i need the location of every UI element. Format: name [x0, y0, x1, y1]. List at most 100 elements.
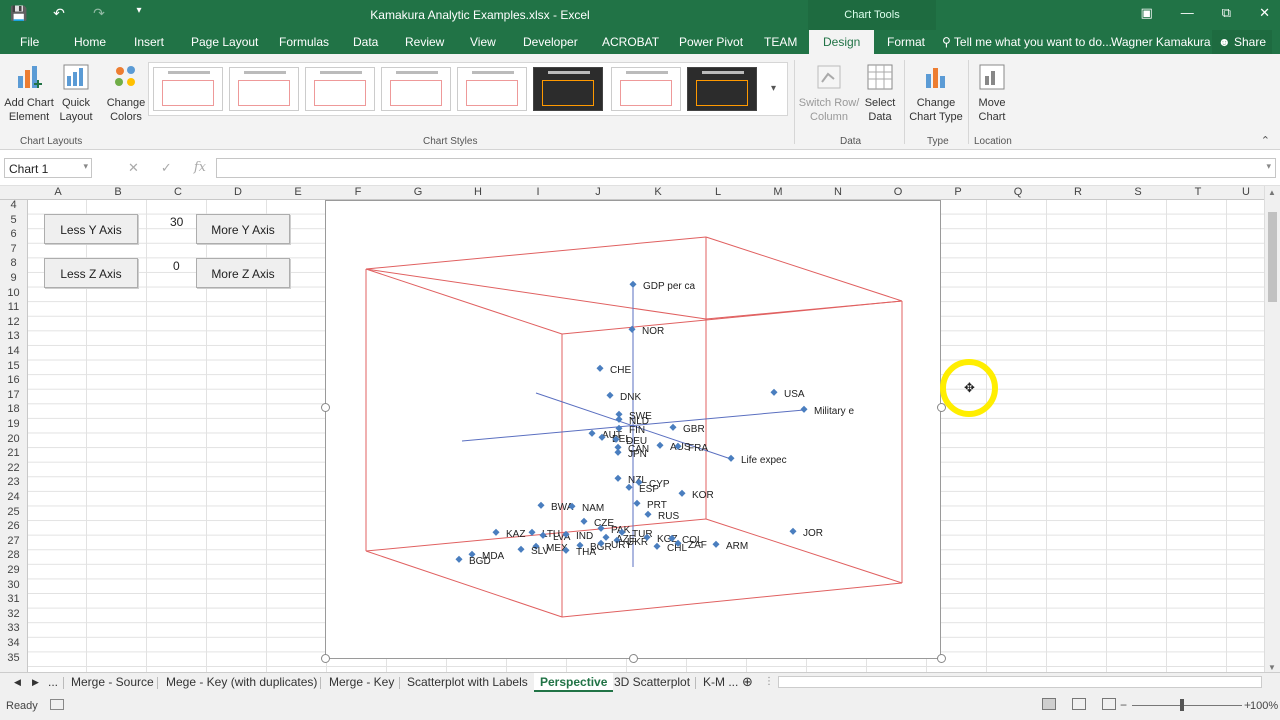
- chart-resize-handle-left[interactable]: [321, 403, 330, 412]
- perspective-chart[interactable]: GDP per ca Military e Life expec NOR CHE DNK U…: [325, 200, 941, 659]
- point-arm-marker[interactable]: [712, 540, 720, 548]
- sheet-tab-mege-key-duplicates[interactable]: Mege - Key (with duplicates): [166, 675, 317, 689]
- row-header-26[interactable]: 26: [0, 520, 27, 532]
- tab-format[interactable]: Format: [887, 35, 925, 49]
- chart-style-3[interactable]: [305, 67, 375, 111]
- row-header-32[interactable]: 32: [0, 608, 27, 620]
- sheet-tab-k-m[interactable]: K-M ...: [703, 675, 738, 689]
- switch-row-column-button[interactable]: Switch Row/ Column: [798, 62, 860, 124]
- row-header-30[interactable]: 30: [0, 579, 27, 591]
- tab-split-icon[interactable]: ⋮: [764, 676, 774, 687]
- chart-style-2[interactable]: [229, 67, 299, 111]
- point-bgd-marker[interactable]: [455, 555, 463, 563]
- point-aut-marker[interactable]: [588, 429, 596, 437]
- row-header-29[interactable]: 29: [0, 564, 27, 576]
- point-rus-marker[interactable]: [644, 510, 652, 518]
- zoom-level[interactable]: 100%: [1250, 700, 1278, 712]
- quick-layout-button[interactable]: Quick Layout: [58, 62, 94, 124]
- tab-file[interactable]: File: [20, 35, 39, 49]
- point-nzl-marker[interactable]: [614, 474, 622, 482]
- name-box-dropdown-icon[interactable]: ▾: [83, 161, 88, 172]
- row-header-34[interactable]: 34: [0, 637, 27, 649]
- vertical-scrollbar[interactable]: ▲ ▼: [1264, 186, 1280, 674]
- new-sheet-icon[interactable]: ⊕: [742, 674, 753, 690]
- row-header-27[interactable]: 27: [0, 535, 27, 547]
- tab-view[interactable]: View: [470, 35, 496, 49]
- tab-page-layout[interactable]: Page Layout: [191, 35, 258, 49]
- tab-data[interactable]: Data: [353, 35, 378, 49]
- chart-resize-handle-bottom-left[interactable]: [321, 654, 330, 663]
- row-header-22[interactable]: 22: [0, 462, 27, 474]
- tab-home[interactable]: Home: [74, 35, 106, 49]
- tab-acrobat[interactable]: ACROBAT: [602, 35, 659, 49]
- column-header-r[interactable]: R: [1048, 186, 1108, 198]
- point-usa-marker[interactable]: [770, 388, 778, 396]
- column-header-s[interactable]: S: [1108, 186, 1168, 198]
- tab-power-pivot[interactable]: Power Pivot: [679, 35, 743, 49]
- y-axis-value[interactable]: 30: [170, 215, 183, 229]
- zoom-slider[interactable]: [1132, 705, 1242, 706]
- point-aus-marker[interactable]: [656, 441, 664, 449]
- column-header-l[interactable]: L: [688, 186, 748, 198]
- vertical-scroll-thumb[interactable]: [1268, 212, 1277, 302]
- column-header-b[interactable]: B: [88, 186, 148, 198]
- tab-formulas[interactable]: Formulas: [279, 35, 329, 49]
- chart-styles-gallery[interactable]: ▾: [148, 62, 788, 116]
- sheet-tab-scatterplot-labels[interactable]: Scatterplot with Labels: [407, 675, 528, 689]
- point-gbr-marker[interactable]: [669, 423, 677, 431]
- column-header-k[interactable]: K: [628, 186, 688, 198]
- chart-style-5[interactable]: [457, 67, 527, 111]
- row-header-24[interactable]: 24: [0, 491, 27, 503]
- axis-end-0-marker[interactable]: [629, 280, 637, 288]
- column-header-q[interactable]: Q: [988, 186, 1048, 198]
- axis-end-1-marker[interactable]: [800, 405, 808, 413]
- z-axis-value[interactable]: 0: [173, 259, 180, 273]
- row-header-14[interactable]: 14: [0, 345, 27, 357]
- row-header-25[interactable]: 25: [0, 506, 27, 518]
- row-header-31[interactable]: 31: [0, 593, 27, 605]
- row-header-8[interactable]: 8: [0, 257, 27, 269]
- gallery-more-icon[interactable]: ▾: [771, 83, 776, 94]
- column-header-p[interactable]: P: [928, 186, 988, 198]
- row-header-6[interactable]: 6: [0, 228, 27, 240]
- chart-style-4[interactable]: [381, 67, 451, 111]
- column-header-o[interactable]: O: [868, 186, 928, 198]
- row-header-18[interactable]: 18: [0, 403, 27, 415]
- tell-me-box[interactable]: ⚲ Tell me what you want to do...: [942, 35, 1112, 49]
- point-bwa-marker[interactable]: [537, 501, 545, 509]
- zoom-slider-knob[interactable]: [1180, 699, 1184, 711]
- point-kor-marker[interactable]: [678, 489, 686, 497]
- sheet-tab-merge-key[interactable]: Merge - Key: [329, 675, 394, 689]
- column-header-i[interactable]: I: [508, 186, 568, 198]
- user-name[interactable]: Wagner Kamakura: [1111, 35, 1211, 49]
- tab-team[interactable]: TEAM: [764, 35, 797, 49]
- sheet-tab-3d-scatterplot[interactable]: 3D Scatterplot: [614, 675, 690, 689]
- tab-insert[interactable]: Insert: [134, 35, 164, 49]
- page-layout-view-icon[interactable]: [1072, 698, 1086, 710]
- row-header-4[interactable]: 4: [0, 199, 27, 211]
- row-header-11[interactable]: 11: [0, 301, 27, 313]
- column-header-t[interactable]: T: [1168, 186, 1228, 198]
- point-slv-marker[interactable]: [517, 545, 525, 553]
- column-header-e[interactable]: E: [268, 186, 328, 198]
- row-header-5[interactable]: 5: [0, 214, 27, 226]
- row-header-16[interactable]: 16: [0, 374, 27, 386]
- minimize-icon[interactable]: —: [1181, 5, 1194, 21]
- point-dnk-marker[interactable]: [606, 391, 614, 399]
- point-jor-marker[interactable]: [789, 527, 797, 535]
- column-header-f[interactable]: F: [328, 186, 388, 198]
- change-chart-type-button[interactable]: Change Chart Type: [908, 62, 964, 124]
- less-y-axis-button[interactable]: Less Y Axis: [44, 214, 138, 244]
- ribbon-display-icon[interactable]: ▣: [1141, 5, 1153, 21]
- row-header-23[interactable]: 23: [0, 476, 27, 488]
- scroll-up-icon[interactable]: ▲: [1268, 188, 1276, 197]
- point-kaz-marker[interactable]: [492, 528, 500, 536]
- scroll-tabs-right-icon[interactable]: ▶: [32, 677, 39, 688]
- row-header-33[interactable]: 33: [0, 622, 27, 634]
- sheet-tab-merge-source[interactable]: Merge - Source: [71, 675, 154, 689]
- row-header-20[interactable]: 20: [0, 433, 27, 445]
- chart-style-7[interactable]: [611, 67, 681, 111]
- more-y-axis-button[interactable]: More Y Axis: [196, 214, 290, 244]
- scroll-tabs-left-icon[interactable]: ◀: [14, 677, 21, 688]
- point-jpn-marker[interactable]: [614, 448, 622, 456]
